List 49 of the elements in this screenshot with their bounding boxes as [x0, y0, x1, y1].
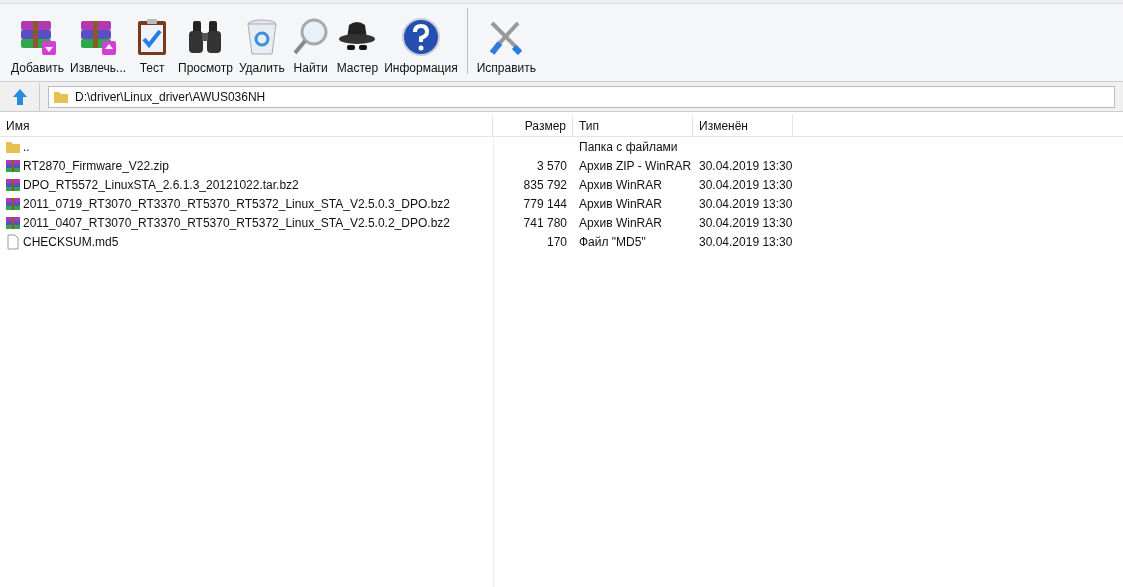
toolbar-button[interactable]: Мастер [333, 17, 382, 77]
size-cell-text: 835 792 [522, 176, 568, 194]
file-name-cell[interactable]: RT2870_Firmware_V22.zip [0, 156, 493, 175]
size-cell-text: 170 [545, 233, 568, 251]
type-cell-text: Архив WinRAR [578, 195, 663, 213]
file-name-cell[interactable]: 2011_0719_RT3070_RT3370_RT5370_RT5372_Linux_STA_V2.5.0.3_DPO.bz2 [0, 194, 493, 213]
column-header[interactable]: Имя [0, 115, 493, 136]
size-cell-text: 779 144 [522, 195, 568, 213]
column-header[interactable]: Тип [573, 115, 693, 136]
address-field[interactable]: D:\driver\Linux_driver\AWUS036NH [48, 85, 1115, 108]
file-name-cell[interactable]: .. [0, 137, 493, 156]
type-cell-text: Файл "MD5" [578, 233, 647, 251]
toolbar-button[interactable]: Исправить [473, 17, 539, 77]
toolbar-button[interactable]: Тест [129, 17, 176, 77]
file-name: 2011_0719_RT3070_RT3370_RT5370_RT5372_Linux_STA_V2.5.0.3_DPO.bz2 [23, 195, 450, 213]
toolbar-button[interactable]: Найти [287, 17, 334, 77]
file-name-cell[interactable]: DPO_RT5572_LinuxSTA_2.6.1.3_20121022.tar.bz2 [0, 175, 493, 194]
column-header[interactable]: Изменён [693, 115, 793, 136]
size-cell-text: 741 780 [522, 214, 568, 232]
column-header[interactable]: Размер [493, 115, 573, 136]
modified-cell-text: 30.04.2019 13:30 [698, 157, 793, 175]
archive-icon [5, 176, 21, 193]
archive-icon [5, 157, 21, 174]
archive-icon [5, 214, 21, 231]
file-name-cell[interactable]: CHECKSUM.md5 [0, 232, 493, 251]
type-cell-text: Папка с файлами [578, 138, 679, 156]
type-cell-text: Архив WinRAR [578, 176, 663, 194]
modified-cell-text: 30.04.2019 13:30 [698, 195, 793, 213]
file-name: .. [23, 138, 30, 156]
document-icon [5, 233, 21, 250]
file-name: CHECKSUM.md5 [23, 233, 119, 251]
toolbar-button[interactable]: Просмотр [175, 17, 236, 77]
toolbar-button[interactable]: Добавить [8, 17, 68, 77]
archive-icon [5, 195, 21, 212]
type-cell-text: Архив WinRAR [578, 214, 663, 232]
modified-cell-text: 30.04.2019 13:30 [698, 233, 793, 251]
up-arrow-icon [11, 87, 28, 106]
size-cell-text: 3 570 [535, 157, 568, 175]
type-cell-text: Архив ZIP - WinRAR [578, 157, 693, 175]
file-name: 2011_0407_RT3070_RT3370_RT5370_RT5372_Linux_STA_V2.5.0.2_DPO.bz2 [23, 214, 450, 232]
toolbar-button[interactable]: Извлечь... [67, 17, 130, 77]
toolbar-button[interactable]: Удалить [235, 17, 288, 77]
modified-cell-text: 30.04.2019 13:30 [698, 214, 793, 232]
file-name: DPO_RT5572_LinuxSTA_2.6.1.3_20121022.tar.bz2 [23, 176, 299, 194]
file-name: RT2870_Firmware_V22.zip [23, 157, 169, 175]
file-name-cell[interactable]: 2011_0407_RT3070_RT3370_RT5370_RT5372_Linux_STA_V2.5.0.2_DPO.bz2 [0, 213, 493, 232]
question-mark-icon [400, 17, 441, 57]
toolbar-button[interactable]: Информация [381, 17, 461, 77]
modified-cell-text: 30.04.2019 13:30 [698, 176, 793, 194]
